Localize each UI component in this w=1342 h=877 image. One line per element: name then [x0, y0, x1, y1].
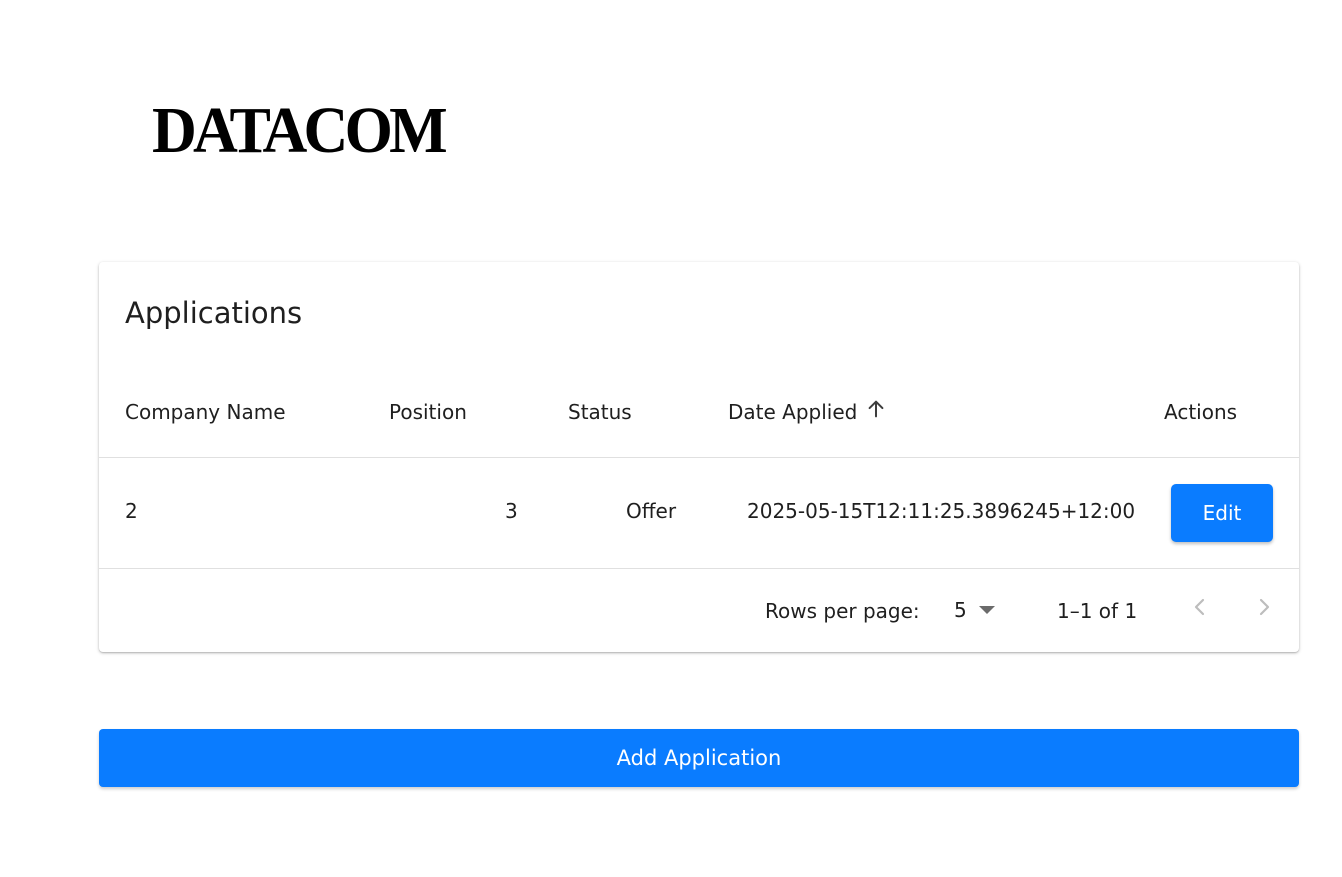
edit-button[interactable]: Edit [1171, 484, 1273, 542]
applications-title: Applications [125, 296, 303, 330]
next-page-button[interactable] [1247, 591, 1281, 627]
chevron-right-icon [1254, 596, 1274, 622]
cell-status: Offer [626, 499, 677, 523]
pagination-range-text: 1–1 of 1 [1057, 599, 1138, 623]
datacom-logo: DATACOM [152, 94, 448, 167]
column-header-actions: Actions [1164, 400, 1238, 424]
table-row: 2 3 Offer 2025-05-15T12:11:25.3896245+12… [99, 458, 1299, 569]
column-header-position[interactable]: Position [389, 400, 467, 424]
column-header-company-name[interactable]: Company Name [125, 400, 286, 424]
cell-position: 3 [505, 499, 518, 523]
table-pagination: Rows per page: 5 1–1 of 1 [99, 569, 1299, 652]
column-header-date-applied[interactable]: Date Applied [728, 400, 887, 425]
dropdown-caret-icon [978, 606, 995, 614]
column-header-status[interactable]: Status [568, 400, 632, 424]
chevron-left-icon [1190, 596, 1210, 622]
column-header-date-applied-label: Date Applied [728, 400, 858, 424]
table-header-row: Company Name Position Status Date Applie… [99, 378, 1299, 458]
arrow-up-icon[interactable] [865, 398, 887, 425]
rows-per-page-label: Rows per page: [765, 599, 920, 623]
applications-card: Applications Company Name Position Statu… [99, 262, 1299, 652]
previous-page-button[interactable] [1183, 591, 1217, 627]
add-application-button[interactable]: Add Application [99, 729, 1299, 787]
rows-per-page-value: 5 [954, 598, 967, 622]
cell-company-name: 2 [125, 499, 138, 523]
cell-date-applied: 2025-05-15T12:11:25.3896245+12:00 [747, 499, 1136, 523]
rows-per-page-select[interactable]: 5 [954, 595, 995, 625]
